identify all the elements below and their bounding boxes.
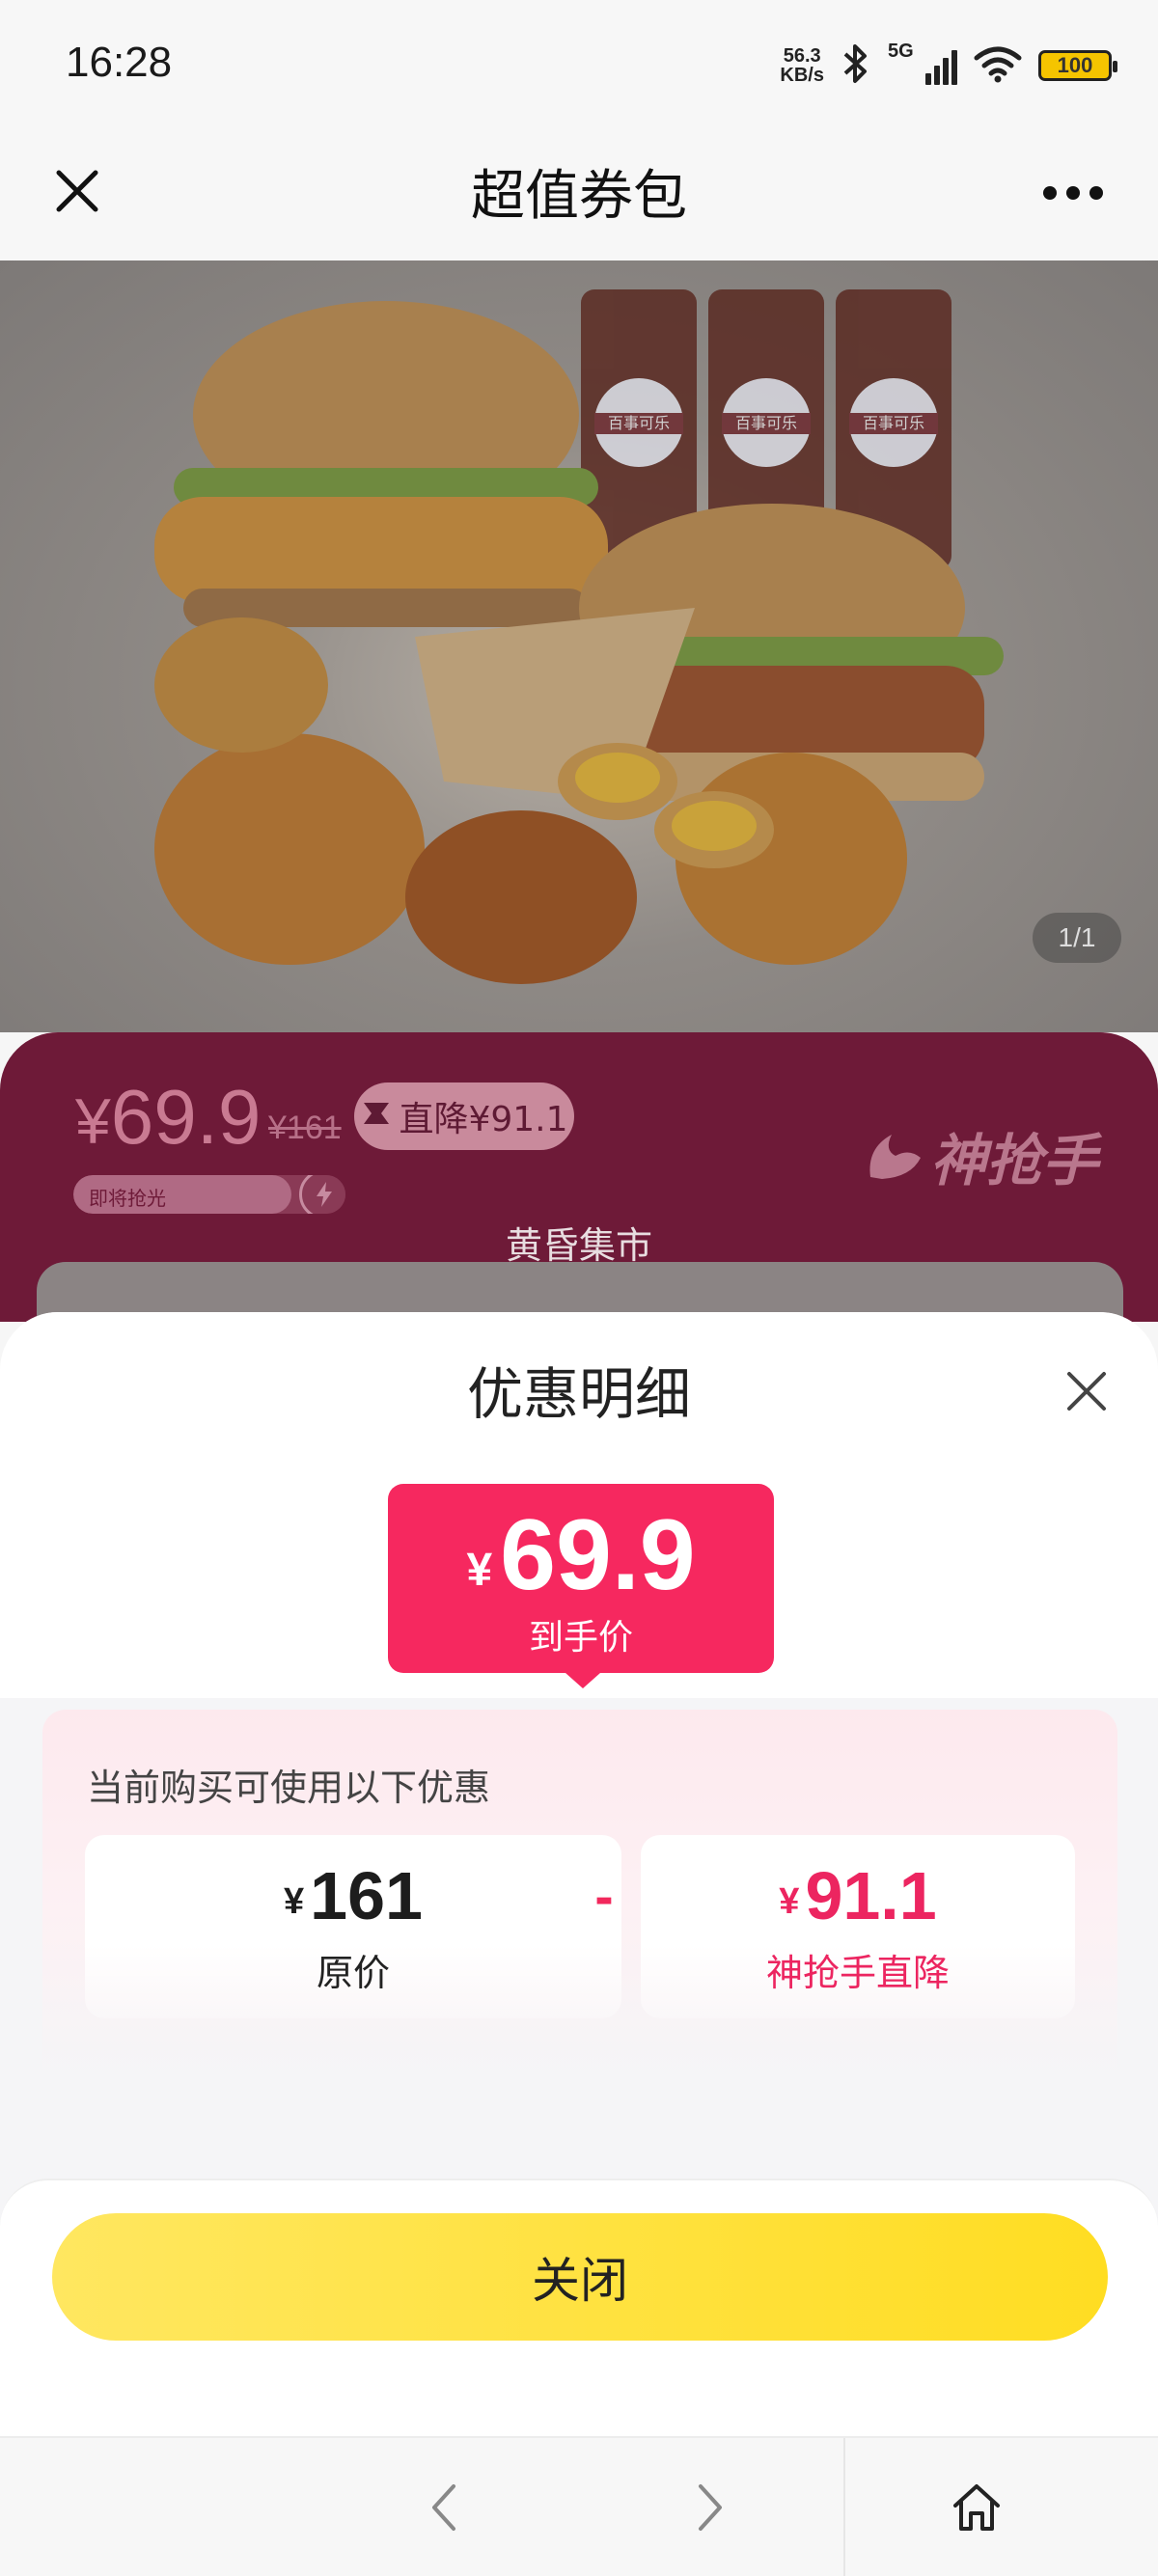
nav-bar: 超值券包 xyxy=(0,133,1158,260)
market-label: 黄昏集市 xyxy=(505,1224,652,1267)
page-title: 超值券包 xyxy=(471,165,687,228)
final-price-box: ¥69.9 到手价 xyxy=(388,1484,774,1673)
price-banner: ¥69.9 ¥161 直降¥91.1 即将抢光 神抢手 黄昏集市 xyxy=(0,1032,1158,1339)
cup-label: 百事可乐 xyxy=(863,414,924,432)
home-icon[interactable] xyxy=(942,2473,1011,2542)
pointer-arrow xyxy=(565,1673,600,1688)
battery-icon: 100 xyxy=(1038,50,1117,81)
card-amount: 161 xyxy=(310,1858,423,1933)
discount-card: ¥91.1 神抢手直降 xyxy=(641,1835,1075,2018)
network-type: 5G xyxy=(888,41,914,62)
card-label: 神抢手直降 xyxy=(765,1952,950,1994)
price-drop-badge: 直降¥91.1 xyxy=(354,1082,574,1150)
network-speed: 56.3 KB/s xyxy=(780,46,824,85)
chevron-right-icon[interactable] xyxy=(676,2473,745,2542)
cup-label: 百事可乐 xyxy=(608,414,670,432)
original-price: ¥161 xyxy=(268,1110,342,1146)
product-image: 百事可乐 百事可乐 百事可乐 1/1 xyxy=(0,260,1158,1032)
current-price-value: 69.9 xyxy=(110,1074,262,1160)
battery-level: 100 xyxy=(1057,53,1093,77)
more-icon[interactable] xyxy=(1034,166,1112,220)
bluetooth-icon xyxy=(840,42,872,89)
status-bar: 16:28 56.3 KB/s 5G 100 xyxy=(0,0,1158,133)
cup-label: 百事可乐 xyxy=(735,414,797,432)
card-amount: 91.1 xyxy=(805,1858,937,1933)
close-button[interactable]: 关闭 xyxy=(52,2213,1108,2341)
brand-logo: 神抢手 xyxy=(863,1115,1098,1196)
discount-detail-sheet: 优惠明细 ¥69.9 到手价 当前购买可使用以下优惠 ¥161 原价 - ¥91… xyxy=(0,1312,1158,2436)
browser-toolbar xyxy=(0,2436,1158,2576)
minus-sign: - xyxy=(594,1872,614,1926)
network-speed-value: 56.3 xyxy=(783,45,821,67)
card-label: 原价 xyxy=(316,1952,390,1994)
lightning-icon xyxy=(299,1175,345,1214)
original-price-card: ¥161 原价 xyxy=(85,1835,621,2018)
final-price-value: 69.9 xyxy=(500,1499,696,1611)
brand-icon xyxy=(869,1135,921,1179)
sheet-footer: 关闭 xyxy=(0,2179,1158,2436)
stock-label: 即将抢光 xyxy=(89,1187,166,1210)
current-price: ¥69.9 xyxy=(75,1073,261,1162)
wifi-icon xyxy=(973,44,1023,87)
currency-symbol: ¥ xyxy=(466,1545,493,1596)
currency-symbol: ¥ xyxy=(284,1881,305,1922)
close-icon[interactable] xyxy=(1054,1358,1119,1424)
currency-symbol: ¥ xyxy=(779,1881,800,1922)
status-icons: 56.3 KB/s 5G 100 xyxy=(780,41,1117,89)
network-speed-unit: KB/s xyxy=(780,65,824,86)
sheet-title: 优惠明细 xyxy=(466,1361,691,1427)
food-illustration: 百事可乐 百事可乐 百事可乐 xyxy=(154,289,1004,984)
signal-icon: 5G xyxy=(888,41,957,85)
currency-symbol: ¥ xyxy=(75,1085,111,1157)
status-time: 16:28 xyxy=(66,39,173,86)
coupon-icon xyxy=(360,1097,393,1137)
toolbar-divider xyxy=(843,2438,845,2576)
chevron-left-icon[interactable] xyxy=(409,2473,479,2542)
stock-progress: 即将抢光 xyxy=(73,1175,345,1214)
brand-name: 神抢手 xyxy=(929,1128,1098,1193)
price-drop-label: 直降¥91.1 xyxy=(399,1100,568,1139)
original-price-value: ¥161 xyxy=(85,1860,621,1937)
panel-caption: 当前购买可使用以下优惠 xyxy=(87,1767,491,1809)
page-indicator: 1/1 xyxy=(1033,913,1121,963)
discount-value: ¥91.1 xyxy=(641,1860,1075,1937)
discount-panel: 当前购买可使用以下优惠 ¥161 原价 - ¥91.1 神抢手直降 xyxy=(42,1710,1117,2076)
final-price-label: 到手价 xyxy=(528,1618,633,1658)
final-price: ¥69.9 xyxy=(388,1505,774,1621)
